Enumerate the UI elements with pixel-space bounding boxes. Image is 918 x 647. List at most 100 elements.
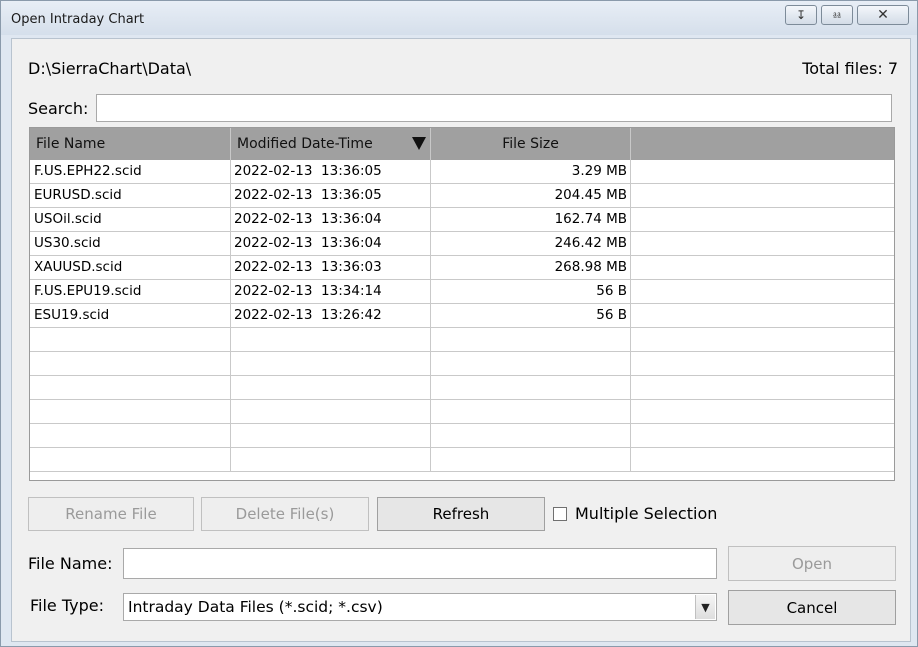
refresh-button[interactable]: Refresh [377, 497, 545, 531]
file-type-select[interactable]: Intraday Data Files (*.scid; *.csv) ▼ [123, 593, 717, 621]
file-size-cell: 204.45 MB [430, 184, 630, 207]
file-size-cell: 56 B [430, 280, 630, 303]
modified-cell: 2022-02-13 13:36:05 [230, 184, 430, 207]
file-name-input[interactable] [123, 548, 717, 579]
table-row[interactable]: EURUSD.scid 2022-02-13 13:36:05 204.45 MB [30, 184, 894, 208]
pin-button[interactable]: ⎂ [821, 5, 853, 25]
modified-cell: 2022-02-13 13:36:05 [230, 160, 430, 183]
table-row[interactable]: US30.scid 2022-02-13 13:36:04 246.42 MB [30, 232, 894, 256]
open-button[interactable]: Open [728, 546, 896, 581]
column-header-modified[interactable]: Modified Date-Time [230, 128, 430, 160]
current-path: D:\SierraChart\Data\ [28, 59, 192, 78]
expand-button[interactable]: ↧ [785, 5, 817, 25]
table-row[interactable]: ESU19.scid 2022-02-13 13:26:42 56 B [30, 304, 894, 328]
table-row[interactable]: XAUUSD.scid 2022-02-13 13:36:03 268.98 MB [30, 256, 894, 280]
file-type-value: Intraday Data Files (*.scid; *.csv) [128, 598, 383, 616]
rename-file-button[interactable]: Rename File [28, 497, 194, 531]
empty-cell [630, 304, 894, 327]
file-size-cell [430, 400, 630, 423]
multiple-selection-checkbox[interactable] [553, 507, 567, 521]
table-row[interactable] [30, 352, 894, 376]
modified-cell [230, 448, 430, 471]
double-chevron-down-icon: ↧ [795, 8, 807, 22]
file-name-cell: EURUSD.scid [34, 187, 122, 203]
file-name-cell: XAUUSD.scid [34, 259, 123, 275]
file-name-cell [30, 352, 230, 375]
modified-cell [230, 400, 430, 423]
file-size-cell [430, 376, 630, 399]
modified-cell [230, 328, 430, 351]
multiple-selection-label[interactable]: Multiple Selection [575, 504, 717, 523]
file-size-cell [430, 328, 630, 351]
empty-cell [630, 256, 894, 279]
file-name-cell [30, 424, 230, 447]
file-name-cell [30, 328, 230, 351]
file-name-cell: USOil.scid [34, 211, 102, 227]
window-title: Open Intraday Chart [11, 12, 145, 27]
modified-cell [230, 424, 430, 447]
empty-cell [630, 376, 894, 399]
table-row[interactable]: USOil.scid 2022-02-13 13:36:04 162.74 MB [30, 208, 894, 232]
file-size-cell: 56 B [430, 304, 630, 327]
search-input[interactable] [96, 94, 892, 122]
file-size-cell [430, 352, 630, 375]
close-icon: ✕ [877, 7, 889, 23]
modified-cell [230, 352, 430, 375]
empty-cell [630, 448, 894, 471]
column-header-empty [630, 128, 894, 160]
file-name-cell [30, 376, 230, 399]
close-button[interactable]: ✕ [857, 5, 909, 25]
modified-cell: 2022-02-13 13:36:04 [230, 232, 430, 255]
file-name-cell [30, 400, 230, 423]
title-bar[interactable]: Open Intraday Chart ↧ ⎂ ✕ [1, 1, 917, 35]
dialog-content: D:\SierraChart\Data\ Total files: 7 Sear… [11, 38, 911, 642]
total-files-count: Total files: 7 [802, 59, 898, 78]
file-size-cell: 268.98 MB [430, 256, 630, 279]
empty-cell [630, 400, 894, 423]
empty-cell [630, 208, 894, 231]
modified-cell: 2022-02-13 13:26:42 [230, 304, 430, 327]
dropdown-arrow-icon[interactable]: ▼ [695, 595, 715, 619]
file-name-cell: ESU19.scid [34, 307, 110, 323]
table-row[interactable]: F.US.EPH22.scid 2022-02-13 13:36:05 3.29 M… [30, 160, 894, 184]
pin-icon: ⎂ [832, 7, 842, 22]
file-name-cell: US30.scid [34, 235, 101, 251]
file-name-cell: F.US.EPH22.scid [34, 163, 142, 179]
table-row[interactable] [30, 424, 894, 448]
sort-descending-icon [412, 137, 426, 150]
empty-cell [630, 232, 894, 255]
column-header-file-name[interactable]: File Name [30, 128, 230, 160]
file-table[interactable]: File Name Modified Date-Time File Size F… [29, 127, 895, 481]
modified-cell: 2022-02-13 13:34:14 [230, 280, 430, 303]
file-name-cell: F.US.EPU19.scid [34, 283, 142, 299]
table-row[interactable] [30, 448, 894, 472]
delete-files-button[interactable]: Delete File(s) [201, 497, 369, 531]
table-row[interactable] [30, 328, 894, 352]
empty-cell [630, 328, 894, 351]
file-size-cell [430, 448, 630, 471]
file-size-cell: 246.42 MB [430, 232, 630, 255]
modified-cell: 2022-02-13 13:36:03 [230, 256, 430, 279]
file-size-cell [430, 424, 630, 447]
search-label: Search: [28, 99, 89, 118]
table-row[interactable]: F.US.EPU19.scid 2022-02-13 13:34:14 56 B [30, 280, 894, 304]
empty-cell [630, 184, 894, 207]
empty-cell [630, 424, 894, 447]
dialog-window: Open Intraday Chart ↧ ⎂ ✕ D:\SierraChart… [0, 0, 918, 647]
file-name-label: File Name: [28, 554, 113, 573]
file-name-cell [30, 448, 230, 471]
modified-cell: 2022-02-13 13:36:04 [230, 208, 430, 231]
cancel-button[interactable]: Cancel [728, 590, 896, 625]
file-size-cell: 3.29 MB [430, 160, 630, 183]
empty-cell [630, 280, 894, 303]
table-body: F.US.EPH22.scid 2022-02-13 13:36:05 3.29 M… [30, 160, 894, 472]
table-row[interactable] [30, 376, 894, 400]
file-type-label: File Type: [30, 596, 104, 615]
column-header-file-size[interactable]: File Size [430, 128, 630, 160]
table-header: File Name Modified Date-Time File Size [30, 128, 894, 160]
table-row[interactable] [30, 400, 894, 424]
empty-cell [630, 160, 894, 183]
modified-cell [230, 376, 430, 399]
empty-cell [630, 352, 894, 375]
file-size-cell: 162.74 MB [430, 208, 630, 231]
